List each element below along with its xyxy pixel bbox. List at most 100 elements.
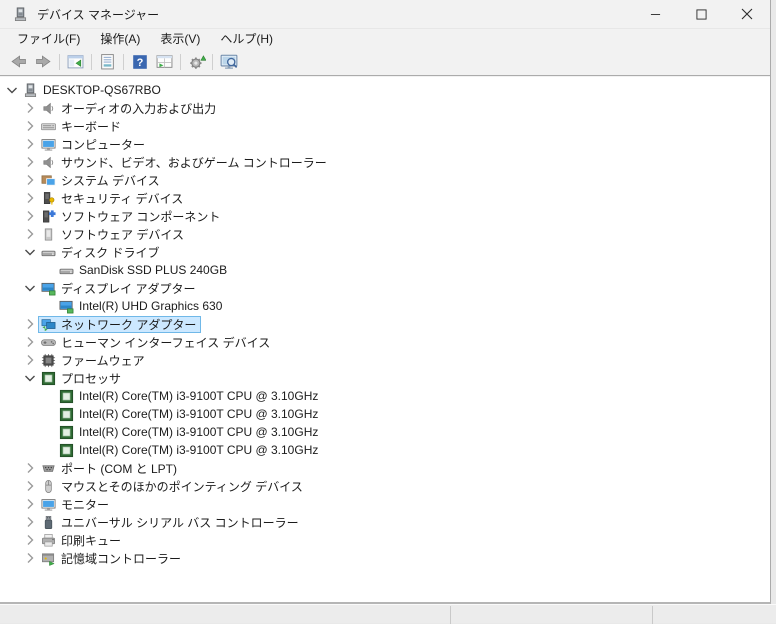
chevron-right-icon[interactable] (22, 334, 38, 350)
device-tree: DESKTOP-QS67RBO オーディオの入力および出力 キーボード コンピュ… (0, 77, 770, 602)
window-controls (632, 0, 770, 28)
device-manager-window: デバイス マネージャー ファイル(F) 操作(A) 表示(V) ヘルプ(H) D… (0, 0, 771, 604)
chevron-right-icon[interactable] (22, 316, 38, 332)
tree-item[interactable]: DESKTOP-QS67RBO (0, 81, 770, 99)
update-driver-icon[interactable] (184, 50, 209, 74)
toolbar-separator (91, 53, 92, 70)
chevron-placeholder (40, 298, 56, 314)
close-button[interactable] (724, 0, 770, 28)
audio-device-icon (41, 101, 56, 116)
tree-item[interactable]: SanDisk SSD PLUS 240GB (0, 261, 770, 279)
scan-hardware-changes-icon[interactable] (216, 50, 241, 74)
sound-device-icon (41, 155, 56, 170)
chevron-placeholder (40, 442, 56, 458)
chevron-right-icon[interactable] (22, 190, 38, 206)
tree-item[interactable]: Intel(R) Core(TM) i3-9100T CPU @ 3.10GHz (0, 387, 770, 405)
disk-drive-icon (41, 245, 56, 260)
print-queue-icon (41, 533, 56, 548)
back-icon[interactable] (6, 50, 31, 74)
tree-item[interactable]: ユニバーサル シリアル バス コントローラー (0, 513, 770, 531)
processor-icon (59, 425, 74, 440)
tree-item[interactable]: Intel(R) Core(TM) i3-9100T CPU @ 3.10GHz (0, 441, 770, 459)
storage-controller-icon (41, 551, 56, 566)
chevron-right-icon[interactable] (22, 496, 38, 512)
chevron-right-icon[interactable] (22, 172, 38, 188)
toolbar-separator (212, 53, 213, 70)
display-adapter-icon (41, 281, 56, 296)
chevron-down-icon[interactable] (22, 370, 38, 386)
chevron-right-icon[interactable] (22, 532, 38, 548)
tree-item[interactable]: プロセッサ (0, 369, 770, 387)
tree-item[interactable]: 印刷キュー (0, 531, 770, 549)
chevron-right-icon[interactable] (22, 100, 38, 116)
minimize-button[interactable] (632, 0, 678, 28)
system-device-icon (41, 173, 56, 188)
chevron-right-icon[interactable] (22, 208, 38, 224)
keyboard-icon (41, 119, 56, 134)
show-console-tree-icon[interactable] (63, 50, 88, 74)
maximize-button[interactable] (678, 0, 724, 28)
chevron-right-icon[interactable] (22, 226, 38, 242)
chevron-placeholder (40, 262, 56, 278)
chevron-placeholder (40, 406, 56, 422)
disk-drive-icon (59, 263, 74, 278)
help-icon[interactable] (127, 50, 152, 74)
firmware-icon (41, 353, 56, 368)
background-divider (652, 606, 653, 624)
app-icon (13, 7, 28, 22)
menu-bar: ファイル(F) 操作(A) 表示(V) ヘルプ(H) (0, 28, 770, 48)
security-device-icon (41, 191, 56, 206)
action-items-icon[interactable] (152, 50, 177, 74)
menu-file[interactable]: ファイル(F) (7, 28, 90, 49)
tree-item[interactable]: モニター (0, 495, 770, 513)
chevron-right-icon[interactable] (22, 514, 38, 530)
tree-item[interactable]: Intel(R) Core(TM) i3-9100T CPU @ 3.10GHz (0, 423, 770, 441)
forward-icon[interactable] (31, 50, 56, 74)
processor-icon (59, 389, 74, 404)
chevron-right-icon[interactable] (22, 136, 38, 152)
tree-item[interactable]: ファームウェア (0, 351, 770, 369)
tree-item[interactable]: ソフトウェア デバイス (0, 225, 770, 243)
chevron-right-icon[interactable] (22, 118, 38, 134)
properties-icon[interactable] (95, 50, 120, 74)
chevron-right-icon[interactable] (22, 550, 38, 566)
chevron-right-icon[interactable] (22, 154, 38, 170)
tree-item-selected[interactable]: ネットワーク アダプター (0, 315, 770, 333)
chevron-down-icon[interactable] (22, 244, 38, 260)
tree-item[interactable]: サウンド、ビデオ、およびゲーム コントローラー (0, 153, 770, 171)
tree-item[interactable]: ディスプレイ アダプター (0, 279, 770, 297)
desktop-background (0, 604, 776, 624)
chevron-right-icon[interactable] (22, 352, 38, 368)
background-divider (450, 606, 451, 624)
tree-item[interactable]: オーディオの入力および出力 (0, 99, 770, 117)
processor-icon (59, 443, 74, 458)
computer-icon (23, 83, 38, 98)
tree-item[interactable]: システム デバイス (0, 171, 770, 189)
chevron-right-icon[interactable] (22, 460, 38, 476)
chevron-down-icon[interactable] (22, 280, 38, 296)
tree-item[interactable]: Intel(R) UHD Graphics 630 (0, 297, 770, 315)
software-component-icon (41, 209, 56, 224)
tree-item[interactable]: セキュリティ デバイス (0, 189, 770, 207)
network-adapter-icon (41, 317, 56, 332)
tree-item[interactable]: ヒューマン インターフェイス デバイス (0, 333, 770, 351)
mouse-icon (41, 479, 56, 494)
toolbar-separator (59, 53, 60, 70)
tree-item[interactable]: ポート (COM と LPT) (0, 459, 770, 477)
tree-item[interactable]: ソフトウェア コンポーネント (0, 207, 770, 225)
tree-item[interactable]: コンピューター (0, 135, 770, 153)
processor-icon (41, 371, 56, 386)
tree-item[interactable]: Intel(R) Core(TM) i3-9100T CPU @ 3.10GHz (0, 405, 770, 423)
chevron-right-icon[interactable] (22, 478, 38, 494)
tree-item[interactable]: 記憶域コントローラー (0, 549, 770, 567)
tree-item[interactable]: キーボード (0, 117, 770, 135)
chevron-placeholder (40, 388, 56, 404)
tree-item[interactable]: マウスとそのほかのポインティング デバイス (0, 477, 770, 495)
menu-action[interactable]: 操作(A) (90, 28, 150, 49)
menu-help[interactable]: ヘルプ(H) (210, 28, 283, 49)
hid-icon (41, 335, 56, 350)
menu-view[interactable]: 表示(V) (150, 28, 210, 49)
window-title: デバイス マネージャー (37, 7, 160, 22)
tree-item[interactable]: ディスク ドライブ (0, 243, 770, 261)
chevron-down-icon[interactable] (4, 82, 20, 98)
